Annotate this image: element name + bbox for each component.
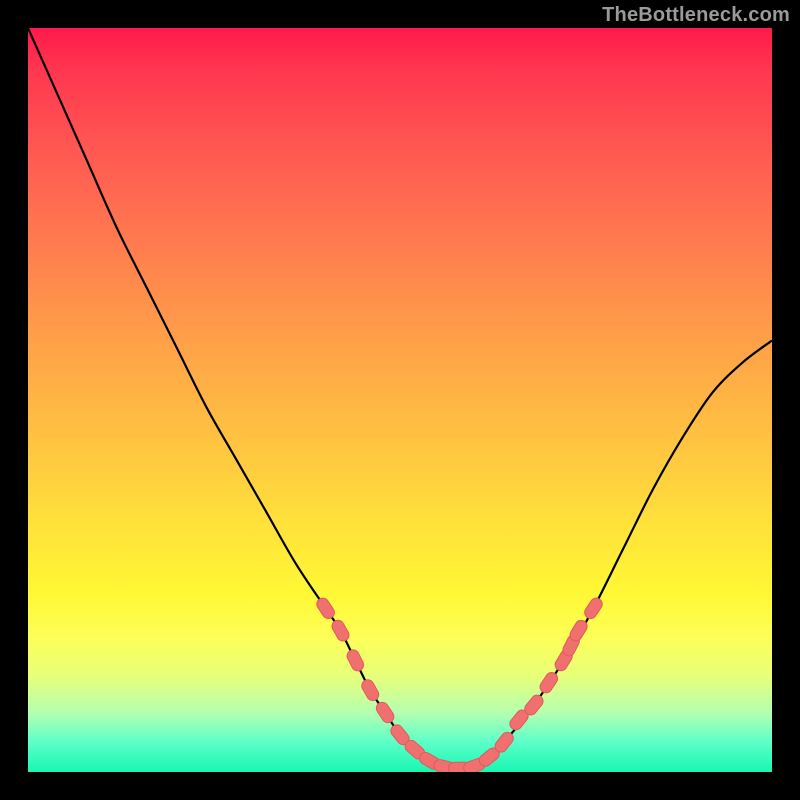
curve-layer bbox=[28, 28, 772, 772]
curve-marker bbox=[374, 700, 396, 725]
curve-marker bbox=[582, 596, 604, 621]
curve-marker bbox=[538, 670, 560, 695]
curve-marker bbox=[360, 678, 381, 703]
curve-markers bbox=[315, 596, 605, 772]
watermark-text: TheBottleneck.com bbox=[602, 4, 790, 27]
plot-area bbox=[28, 28, 772, 772]
bottleneck-curve-path bbox=[28, 28, 772, 768]
curve-marker bbox=[315, 596, 337, 621]
chart-frame: TheBottleneck.com bbox=[0, 0, 800, 800]
curve-marker bbox=[330, 618, 351, 643]
curve-marker bbox=[345, 648, 366, 673]
